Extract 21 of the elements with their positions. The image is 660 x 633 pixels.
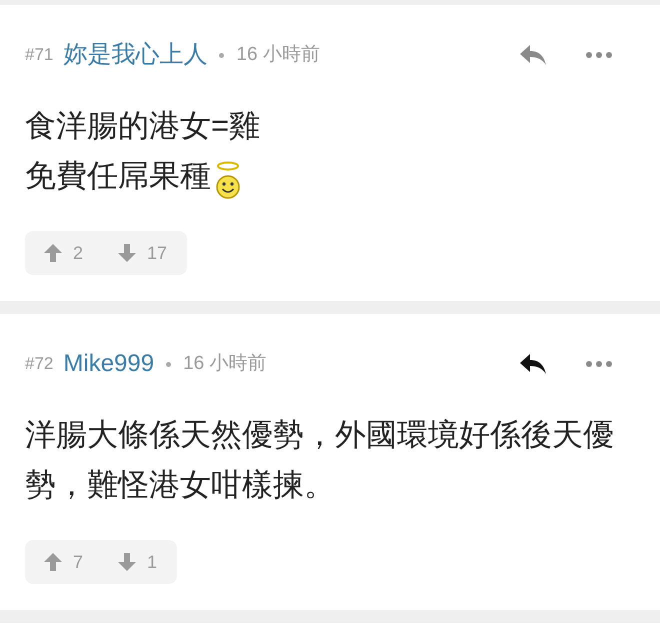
author-name[interactable]: 妳是我心上人 [63, 37, 208, 73]
post-time: 16 小時前 [183, 352, 267, 376]
post-text: 洋腸大條係天然優勢，外國環境好係後天優勢，難怪港女咁樣揀。 [25, 417, 614, 502]
upvote-arrow-icon [43, 552, 63, 572]
reply-icon[interactable] [518, 352, 548, 376]
downvote-arrow-icon [117, 243, 138, 263]
more-options-icon[interactable] [586, 361, 612, 367]
downvote-count: 17 [147, 242, 168, 264]
angel-smiley-icon [215, 161, 241, 201]
post-text: 食洋腸的港女=雞 [25, 108, 260, 143]
author-name[interactable]: Mike999 [63, 346, 154, 382]
more-options-icon[interactable] [586, 52, 612, 58]
downvote-count: 1 [147, 550, 158, 574]
upvote-count: 7 [73, 550, 84, 574]
post-text: 免費任屌果種 [25, 158, 211, 193]
upvote-count: 2 [73, 242, 84, 264]
post-time: 16 小時前 [236, 42, 320, 67]
downvote-arrow-icon [117, 552, 138, 572]
upvote-arrow-icon [43, 243, 63, 263]
post-number: #72 [25, 353, 54, 376]
post-number: #71 [25, 44, 54, 66]
